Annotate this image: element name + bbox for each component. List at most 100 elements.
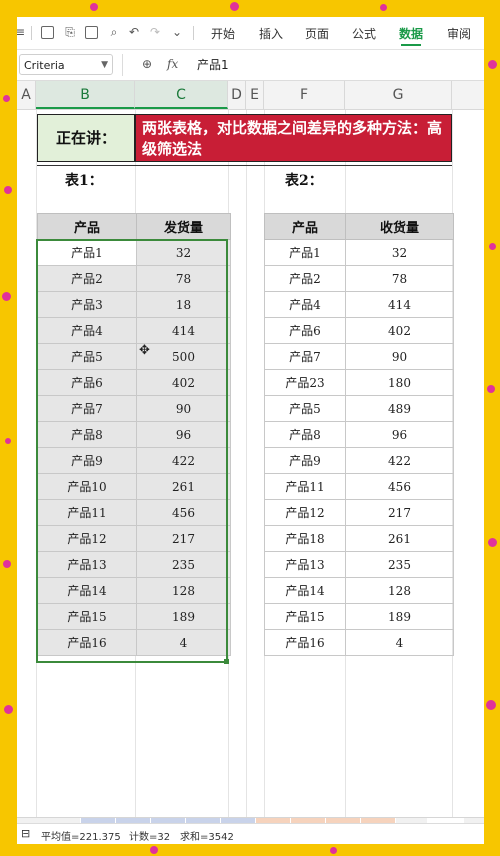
- table2-cell-quantity[interactable]: 217: [345, 499, 454, 526]
- table2-header-product[interactable]: 产品: [264, 213, 346, 240]
- column-header-c[interactable]: C: [135, 81, 228, 109]
- table1-cell-product[interactable]: 产品2: [37, 265, 137, 292]
- name-box[interactable]: Criteria ▼: [19, 54, 113, 75]
- table1-cell-product[interactable]: 产品10: [37, 473, 137, 500]
- table2-cell-product[interactable]: 产品12: [264, 499, 346, 526]
- table2-cell-product[interactable]: 产品23: [264, 369, 346, 396]
- table1-header-product[interactable]: 产品: [37, 213, 137, 240]
- fill-handle[interactable]: [224, 659, 229, 664]
- table2-cell-quantity[interactable]: 96: [345, 421, 454, 448]
- table2-cell-quantity[interactable]: 4: [345, 629, 454, 656]
- column-header-g[interactable]: G: [345, 81, 452, 109]
- table2-cell-quantity[interactable]: 189: [345, 603, 454, 630]
- fx-icon[interactable]: fx: [167, 57, 178, 71]
- status-sheet-icon[interactable]: ⊟: [21, 827, 30, 840]
- table2-cell-product[interactable]: 产品4: [264, 291, 346, 318]
- table1-cell-product[interactable]: 产品8: [37, 421, 137, 448]
- menu-review[interactable]: 审阅: [447, 25, 471, 42]
- table2-cell-quantity[interactable]: 261: [345, 525, 454, 552]
- column-header-f[interactable]: F: [264, 81, 345, 109]
- column-header-a[interactable]: A: [17, 81, 36, 109]
- print-preview-icon[interactable]: ⌕: [107, 25, 121, 39]
- table2-cell-product[interactable]: 产品13: [264, 551, 346, 578]
- table1-cell-quantity[interactable]: 189: [136, 603, 231, 630]
- table2-cell-quantity[interactable]: 180: [345, 369, 454, 396]
- banner-underline: [37, 165, 452, 166]
- table1-cell-product[interactable]: 产品6: [37, 369, 137, 396]
- print-icon[interactable]: [85, 26, 98, 39]
- table1-cell-quantity[interactable]: 18: [136, 291, 231, 318]
- table1-cell-product[interactable]: 产品11: [37, 499, 137, 526]
- table1-cell-product[interactable]: 产品12: [37, 525, 137, 552]
- table2-cell-quantity[interactable]: 32: [345, 239, 454, 266]
- table2-cell-quantity[interactable]: 235: [345, 551, 454, 578]
- table2-cell-product[interactable]: 产品16: [264, 629, 346, 656]
- menu-page[interactable]: 页面: [305, 25, 329, 42]
- table1-cell-product[interactable]: 产品15: [37, 603, 137, 630]
- formula-input[interactable]: 产品1: [197, 56, 229, 73]
- save-icon[interactable]: [41, 26, 54, 39]
- menu-insert[interactable]: 插入: [259, 25, 283, 42]
- table2-cell-product[interactable]: 产品15: [264, 603, 346, 630]
- table1-cell-product[interactable]: 产品13: [37, 551, 137, 578]
- table2-cell-quantity[interactable]: 422: [345, 447, 454, 474]
- sheet-grid[interactable]: 正在讲： 两张表格，对比数据之间差异的多种方法：高级筛选法 表1： 表2： 产品…: [17, 110, 484, 817]
- redo-icon[interactable]: ↷: [148, 25, 162, 39]
- table1-cell-quantity[interactable]: 78: [136, 265, 231, 292]
- menu-icon[interactable]: ≡: [17, 25, 27, 39]
- table1-cell-product[interactable]: 产品1: [37, 239, 137, 266]
- table1-cell-quantity[interactable]: 4: [136, 629, 231, 656]
- table2-cell-product[interactable]: 产品1: [264, 239, 346, 266]
- table1-cell-product[interactable]: 产品4: [37, 317, 137, 344]
- table2-cell-quantity[interactable]: 489: [345, 395, 454, 422]
- zoom-icon[interactable]: ⊕: [142, 57, 152, 71]
- menu-home[interactable]: 开始: [211, 25, 235, 42]
- table1-header-shipped[interactable]: 发货量: [136, 213, 231, 240]
- table2-cell-quantity[interactable]: 414: [345, 291, 454, 318]
- table1-cell-product[interactable]: 产品14: [37, 577, 137, 604]
- table2-cell-product[interactable]: 产品18: [264, 525, 346, 552]
- table1-cell-quantity[interactable]: 235: [136, 551, 231, 578]
- table2-cell-quantity[interactable]: 402: [345, 317, 454, 344]
- chevron-down-icon[interactable]: ⌄: [170, 25, 184, 39]
- table2-cell-product[interactable]: 产品11: [264, 473, 346, 500]
- table1-cell-quantity[interactable]: 261: [136, 473, 231, 500]
- menu-data[interactable]: 数据: [399, 25, 423, 42]
- column-header-d[interactable]: D: [228, 81, 246, 109]
- table1-cell-product[interactable]: 产品7: [37, 395, 137, 422]
- table1-cell-product[interactable]: 产品16: [37, 629, 137, 656]
- table2-cell-quantity[interactable]: 456: [345, 473, 454, 500]
- table1-cell-quantity[interactable]: 402: [136, 369, 231, 396]
- table1-cell-product[interactable]: 产品9: [37, 447, 137, 474]
- table1-cell-quantity[interactable]: 414: [136, 317, 231, 344]
- table1-cell-quantity[interactable]: 96: [136, 421, 231, 448]
- table1-cell-quantity[interactable]: 422: [136, 447, 231, 474]
- table2-cell-product[interactable]: 产品2: [264, 265, 346, 292]
- table1-cell-quantity[interactable]: 90: [136, 395, 231, 422]
- table1-cell-quantity[interactable]: 217: [136, 525, 231, 552]
- table2-cell-product[interactable]: 产品5: [264, 395, 346, 422]
- column-header-b[interactable]: B: [36, 81, 135, 109]
- table1-cell-product[interactable]: 产品5: [37, 343, 137, 370]
- table2-cell-product[interactable]: 产品14: [264, 577, 346, 604]
- table2-cell-product[interactable]: 产品6: [264, 317, 346, 344]
- table2-header-received[interactable]: 收货量: [345, 213, 454, 240]
- chevron-down-icon[interactable]: ▼: [101, 55, 108, 76]
- table2-cell-product[interactable]: 产品8: [264, 421, 346, 448]
- table1-cell-quantity[interactable]: 32: [136, 239, 231, 266]
- export-pdf-icon[interactable]: ⎘: [63, 25, 77, 39]
- menu-formulas[interactable]: 公式: [352, 25, 376, 42]
- table2-row: 产品1 32: [264, 239, 454, 266]
- column-header-e[interactable]: E: [246, 81, 264, 109]
- table2-cell-quantity[interactable]: 78: [345, 265, 454, 292]
- table1-cell-product[interactable]: 产品3: [37, 291, 137, 318]
- table2-body: 产品1 32 产品2 78 产品4 414 产品6 402 产品7 90 产品23 180 产品5 489…: [264, 239, 454, 656]
- table2-cell-quantity[interactable]: 90: [345, 343, 454, 370]
- table2-cell-product[interactable]: 产品9: [264, 447, 346, 474]
- undo-icon[interactable]: ↶: [127, 25, 141, 39]
- table1-cell-quantity[interactable]: 456: [136, 499, 231, 526]
- table1-cell-quantity[interactable]: 500: [136, 343, 231, 370]
- table2-cell-quantity[interactable]: 128: [345, 577, 454, 604]
- table1-cell-quantity[interactable]: 128: [136, 577, 231, 604]
- table2-cell-product[interactable]: 产品7: [264, 343, 346, 370]
